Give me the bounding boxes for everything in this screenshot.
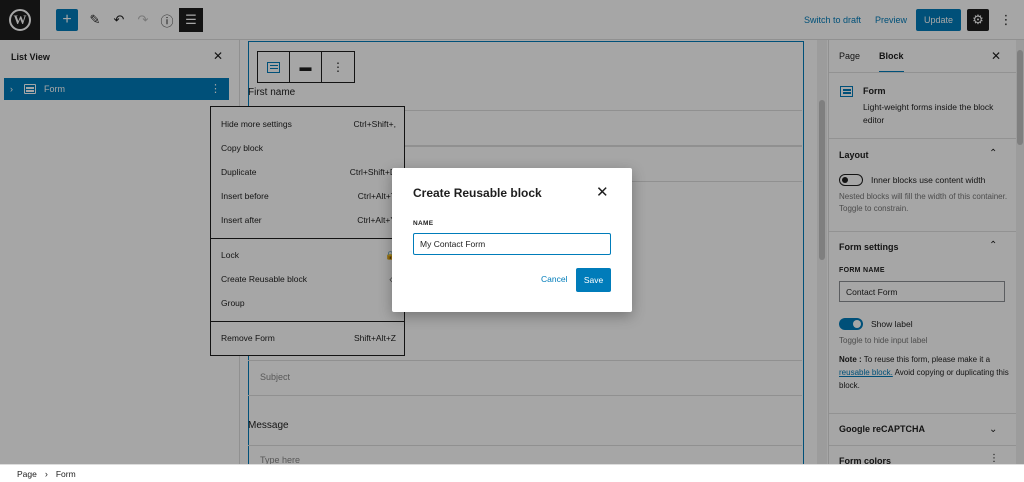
create-reusable-block-dialog: Create Reusable block ✕ NAME My Contact … [392, 168, 632, 312]
breadcrumb: Page › Form [0, 464, 1024, 482]
chevron-right-icon: › [44, 468, 48, 479]
cancel-button[interactable]: Cancel [541, 274, 567, 284]
dialog-title: Create Reusable block [413, 186, 542, 200]
close-icon[interactable]: ✕ [596, 183, 609, 201]
save-button[interactable]: Save [576, 268, 611, 292]
breadcrumb-page[interactable]: Page [17, 469, 37, 479]
name-label: NAME [413, 220, 434, 227]
breadcrumb-form[interactable]: Form [56, 469, 76, 479]
reusable-block-name-input[interactable]: My Contact Form [413, 233, 611, 255]
